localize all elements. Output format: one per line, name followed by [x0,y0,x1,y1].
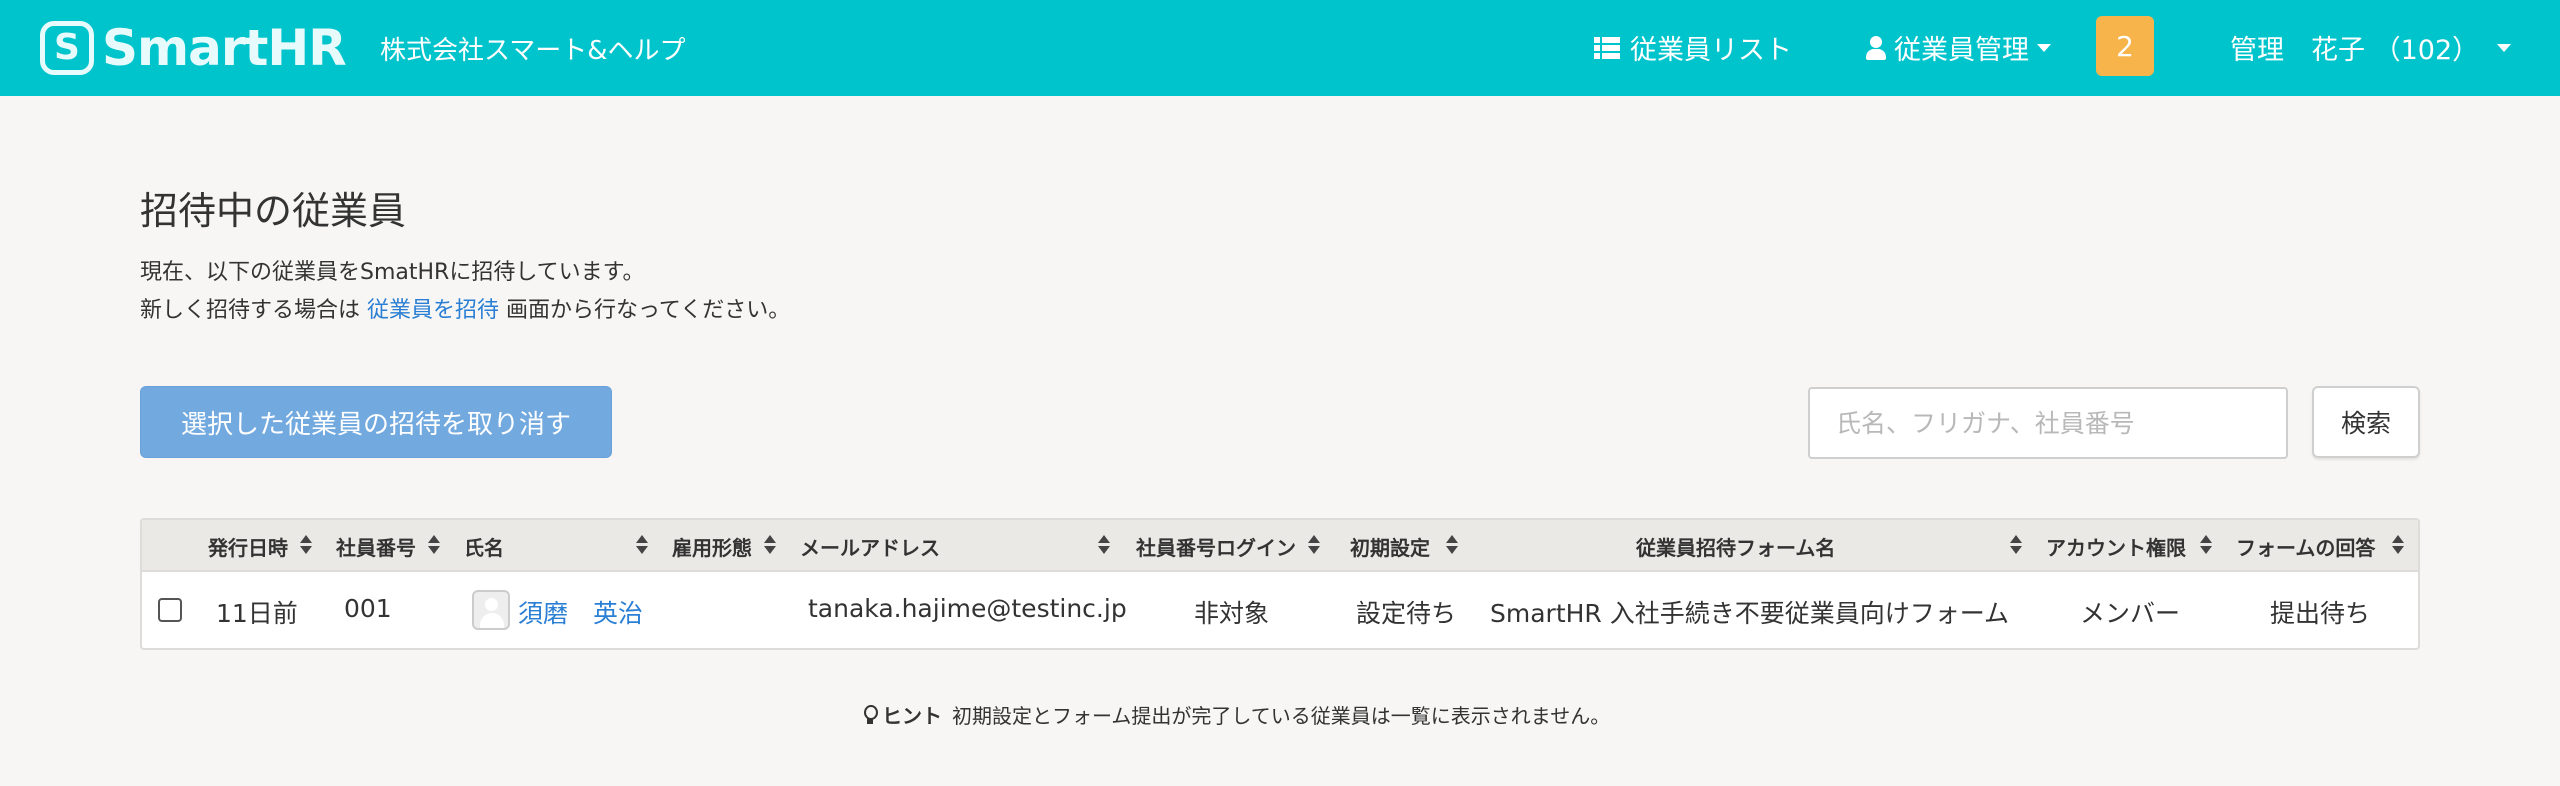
user-icon [1866,35,1886,60]
description-line-2: 新しく招待する場合は 従業員を招待 画面から行なってください。 [140,292,790,324]
employee-name-link[interactable]: 須磨 英治 [518,594,643,630]
invited-employees-table: 発行日時 社員番号 氏名 雇用形態 メールアドレス 社員番号ログイン 初期設定 … [140,518,2420,650]
sort-icon[interactable] [300,535,312,555]
sort-icon[interactable] [1098,535,1110,555]
table-header-row: 発行日時 社員番号 氏名 雇用形態 メールアドレス 社員番号ログイン 初期設定 … [142,520,2418,572]
nav-employee-list-label: 従業員リスト [1630,35,1792,66]
chevron-down-icon [2037,43,2051,52]
column-header-email[interactable]: メールアドレス [800,532,940,561]
sort-icon[interactable] [636,535,648,555]
list-icon [1594,36,1620,59]
row-select-checkbox[interactable] [158,598,182,622]
hint-label: ヒント [882,704,942,728]
search-input[interactable] [1808,387,2288,459]
sort-icon[interactable] [1446,535,1458,555]
column-header-initial-setup[interactable]: 初期設定 [1350,532,1430,561]
cancel-invitation-button[interactable]: 選択した従業員の招待を取り消す [140,386,612,458]
chevron-down-icon [2497,43,2512,52]
cell-employee-no: 001 [344,594,392,623]
column-header-employment[interactable]: 雇用形態 [672,532,752,561]
description-text-after: 画面から行なってください。 [506,298,791,323]
cell-issued: 11日前 [216,599,298,628]
sort-icon[interactable] [2200,535,2212,555]
avatar [472,590,510,630]
cell-number-login: 非対象 [1194,599,1270,628]
column-header-form-name[interactable]: 従業員招待フォーム名 [1636,532,1835,561]
nav-employee-manage-label: 従業員管理 [1894,35,2029,66]
user-menu-dropdown[interactable]: 管理 花子 （102） [2230,28,2512,67]
invite-employee-link[interactable]: 従業員を招待 [367,298,499,323]
top-navigation-bar: S SmartHR 株式会社スマート&ヘルプ 従業員リスト 従業員管理 2 管理… [0,0,2560,96]
sort-icon[interactable] [1308,535,1320,555]
description-text-before: 新しく招待する場合は [140,298,361,323]
sort-icon[interactable] [428,535,440,555]
cell-form-name: SmartHR 入社手続き不要従業員向けフォーム [1490,599,2009,628]
column-header-employee-no[interactable]: 社員番号 [336,532,416,561]
cell-initial-setup: 設定待ち [1356,599,1457,628]
hint-message: ヒント 初期設定とフォーム提出が完了している従業員は一覧に表示されません。 [864,700,1610,729]
page-title: 招待中の従業員 [140,189,407,233]
sort-icon[interactable] [2392,535,2404,555]
column-header-issued[interactable]: 発行日時 [208,532,288,561]
nav-employee-list[interactable]: 従業員リスト [1594,28,1792,67]
cell-account-role: メンバー [2080,599,2181,628]
lightbulb-icon [864,704,878,725]
column-header-account-role[interactable]: アカウント権限 [2046,532,2186,561]
user-name: 管理 花子 （102） [2230,35,2480,66]
notification-badge[interactable]: 2 [2096,16,2154,76]
hint-text: 初期設定とフォーム提出が完了している従業員は一覧に表示されません。 [952,704,1611,728]
column-header-form-answer[interactable]: フォームの回答 [2236,532,2375,561]
smarthr-logo-icon: S [40,21,94,75]
column-header-name[interactable]: 氏名 [464,532,504,561]
smarthr-logo[interactable]: S SmartHR [40,18,347,78]
search-button[interactable]: 検索 [2312,386,2420,458]
smarthr-logo-text: SmartHR [102,19,347,77]
company-name: 株式会社スマート&ヘルプ [380,36,686,66]
cell-email: tanaka.hajime@testinc.jp [808,594,1127,623]
cell-form-answer: 提出待ち [2270,599,2371,628]
sort-icon[interactable] [2010,535,2022,555]
nav-employee-manage-dropdown[interactable]: 従業員管理 [1866,28,2051,67]
sort-icon[interactable] [764,535,776,555]
column-header-number-login[interactable]: 社員番号ログイン [1136,532,1296,561]
description-line-1: 現在、以下の従業員をSmatHRに招待しています。 [140,260,645,285]
